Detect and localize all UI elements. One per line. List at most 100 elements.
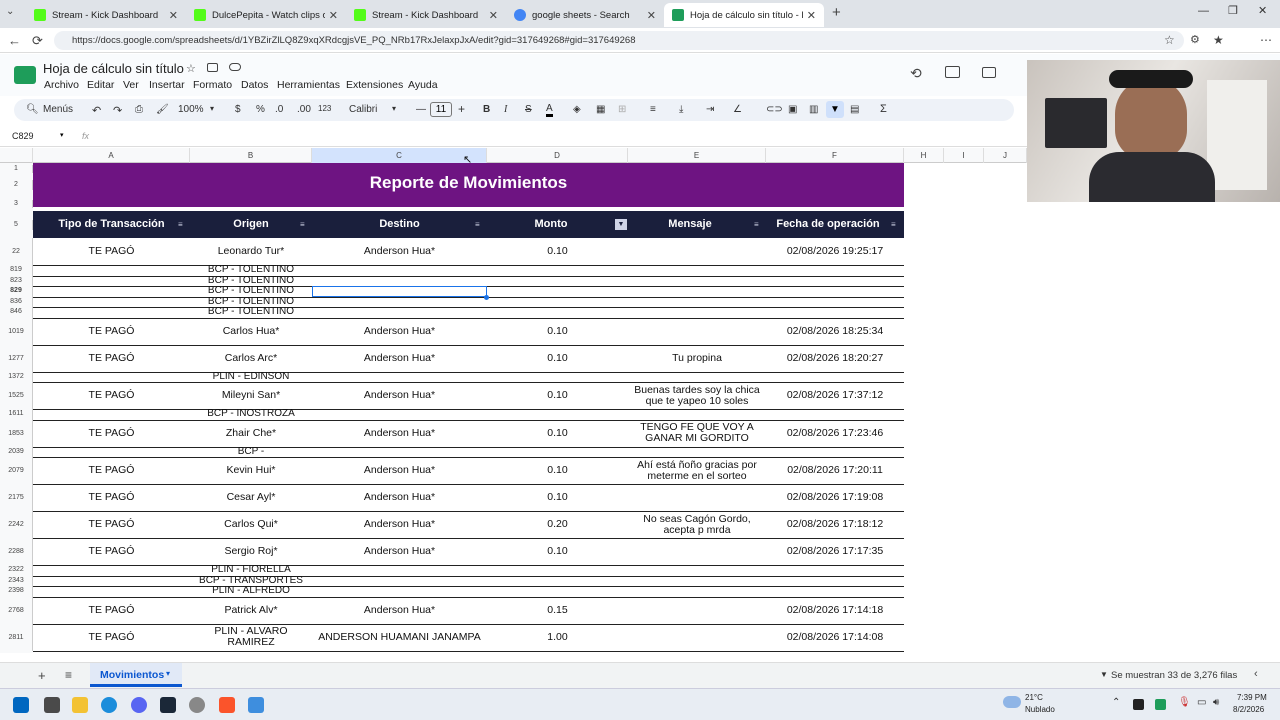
cell-mensaje[interactable] — [628, 265, 766, 276]
steam-icon[interactable] — [160, 697, 176, 713]
row-number[interactable]: 1019 — [0, 317, 33, 345]
row-number[interactable]: 1611 — [0, 409, 33, 420]
cell-origen[interactable]: Kevin Hui* — [190, 457, 312, 484]
search-icon[interactable]: 🔍︎ — [26, 104, 39, 115]
cell-fecha[interactable]: 02/08/2026 19:25:17 — [766, 238, 904, 265]
cell-destino[interactable]: Anderson Hua* — [312, 457, 487, 484]
discord-icon[interactable] — [131, 697, 147, 713]
cell-monto[interactable] — [487, 447, 628, 458]
tray-app-icon[interactable] — [1133, 699, 1144, 710]
decrease-decimals-button[interactable]: .0 — [275, 104, 283, 115]
print-icon[interactable]: ⎙ — [135, 104, 143, 115]
obs-icon[interactable] — [189, 697, 205, 713]
number-format-button[interactable]: 123 — [318, 104, 331, 113]
cell-fecha[interactable] — [766, 265, 904, 276]
row-number[interactable]: 823 — [0, 275, 33, 286]
cell-destino[interactable]: Anderson Hua* — [312, 420, 487, 447]
cell-fecha[interactable] — [766, 447, 904, 458]
meet-icon[interactable] — [982, 67, 996, 78]
column-header-d[interactable]: D — [487, 148, 628, 163]
fill-color-icon[interactable]: ◈ — [573, 104, 581, 115]
cell-monto[interactable] — [487, 265, 628, 276]
browser-tab-3[interactable]: Stream - Kick Dashboard ✕ — [346, 3, 506, 27]
star-icon[interactable]: ☆ — [186, 62, 196, 75]
cell-mensaje[interactable] — [628, 409, 766, 420]
add-sheet-icon[interactable]: + — [38, 668, 46, 683]
row-number[interactable]: 1372 — [0, 371, 33, 382]
cell-tipo[interactable]: TE PAGÓ — [33, 318, 190, 345]
cell-monto[interactable] — [487, 372, 628, 383]
cell-fecha[interactable]: 02/08/2026 18:20:27 — [766, 345, 904, 372]
bold-button[interactable]: B — [483, 104, 490, 115]
chevron-down-icon[interactable]: ▾ — [60, 131, 64, 139]
cell-tipo[interactable]: TE PAGÓ — [33, 484, 190, 511]
menu-extensiones[interactable]: Extensiones — [346, 79, 403, 91]
close-window-icon[interactable]: ✕ — [1258, 4, 1267, 17]
cell-origen[interactable]: PLIN - FIORELLA — [190, 565, 312, 576]
row-number[interactable]: 846 — [0, 307, 33, 318]
cell-destino[interactable] — [312, 372, 487, 383]
cell-destino[interactable] — [312, 447, 487, 458]
row-number[interactable]: 2242 — [0, 511, 33, 538]
italic-button[interactable]: I — [504, 104, 507, 115]
tray-app-icon[interactable] — [1155, 699, 1166, 710]
sheets-logo-icon[interactable] — [14, 66, 36, 84]
browser-tab-4[interactable]: google sheets - Search ✕ — [506, 3, 664, 27]
row-number[interactable]: 2322 — [0, 565, 33, 576]
cell-tipo[interactable]: TE PAGÓ — [33, 511, 190, 538]
cell-origen[interactable]: PLIN - ALFREDO — [190, 586, 312, 597]
currency-button[interactable]: $ — [235, 104, 241, 115]
column-header-b[interactable]: B — [190, 148, 312, 163]
close-icon[interactable]: ✕ — [489, 9, 498, 22]
filter-dropdown-icon[interactable]: ≡ — [475, 220, 480, 229]
cell-mensaje[interactable] — [628, 447, 766, 458]
row-number[interactable]: 2343 — [0, 575, 33, 586]
cell-destino[interactable]: Anderson Hua* — [312, 238, 487, 265]
chevron-down-icon[interactable]: ▾ — [166, 669, 170, 678]
notepad-icon[interactable] — [248, 697, 264, 713]
cell-mensaje[interactable] — [628, 318, 766, 345]
merge-cells-icon[interactable]: ⊞ — [618, 104, 626, 115]
document-title[interactable]: Hoja de cálculo sin título — [43, 61, 184, 76]
font-size-field[interactable]: 11 — [430, 102, 452, 117]
undo-icon[interactable]: ↶ — [92, 104, 101, 117]
menu-archivo[interactable]: Archivo — [44, 79, 79, 91]
cell-fecha[interactable] — [766, 276, 904, 287]
cell-monto[interactable] — [487, 565, 628, 576]
close-icon[interactable]: ✕ — [329, 9, 338, 22]
new-tab-icon[interactable]: + — [832, 4, 841, 21]
file-explorer-icon[interactable] — [72, 697, 88, 713]
cell-mensaje[interactable] — [628, 307, 766, 318]
cell-tipo[interactable]: TE PAGÓ — [33, 457, 190, 484]
clock-date[interactable]: 8/2/2026 — [1233, 705, 1264, 714]
cell-mensaje[interactable] — [628, 586, 766, 597]
brave-icon[interactable] — [219, 697, 235, 713]
cell-tipo[interactable]: TE PAGÓ — [33, 382, 190, 409]
cell-mensaje[interactable]: TENGO FE QUE VOY A GANAR MI GORDITO — [628, 420, 766, 447]
cell-monto[interactable]: 0.10 — [487, 382, 628, 409]
cell-origen[interactable]: Mileyni San* — [190, 382, 312, 409]
cell-origen[interactable]: Patrick Alv* — [190, 597, 312, 624]
more-options-icon[interactable]: ⋯ — [1260, 33, 1272, 47]
close-icon[interactable]: ✕ — [647, 9, 656, 22]
cell-destino[interactable]: Anderson Hua* — [312, 318, 487, 345]
cell-tipo[interactable]: TE PAGÓ — [33, 345, 190, 372]
cell-monto[interactable] — [487, 276, 628, 287]
cell-mensaje[interactable]: Tu propina — [628, 345, 766, 372]
cell-tipo[interactable] — [33, 447, 190, 458]
cell-monto[interactable]: 0.10 — [487, 457, 628, 484]
windows-start-icon[interactable] — [13, 697, 29, 713]
cell-mensaje[interactable] — [628, 576, 766, 587]
menu-herramientas[interactable]: Herramientas — [277, 79, 340, 91]
cell-mensaje[interactable]: Ahí está ñoño gracias por meterme en el … — [628, 457, 766, 484]
cell-mensaje[interactable] — [628, 624, 766, 651]
font-size-minus-icon[interactable]: — — [416, 104, 426, 115]
cell-monto[interactable] — [487, 307, 628, 318]
font-size-plus-icon[interactable]: + — [458, 102, 465, 116]
row-number[interactable]: 2 — [0, 180, 33, 190]
cell-monto[interactable] — [487, 409, 628, 420]
redo-icon[interactable]: ↷ — [113, 104, 122, 117]
menu-ayuda[interactable]: Ayuda — [408, 79, 438, 91]
cell-origen[interactable]: Carlos Qui* — [190, 511, 312, 538]
cell-tipo[interactable]: TE PAGÓ — [33, 538, 190, 565]
